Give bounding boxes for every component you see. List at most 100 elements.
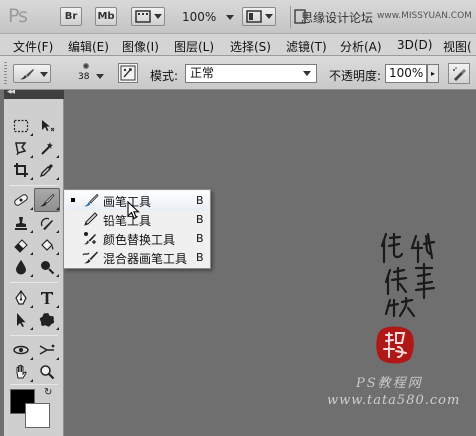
- crop-tool[interactable]: [9, 159, 33, 181]
- 3d-camera-tool[interactable]: [35, 339, 59, 361]
- flyout-item-shortcut: B: [196, 232, 204, 245]
- lasso-tool[interactable]: [9, 137, 33, 159]
- flyout-item-color-replacement[interactable]: 颜色替换工具 B: [65, 229, 209, 248]
- mixer-brush-icon: [82, 251, 98, 264]
- options-bar: 38 模式: 正常 不透明度: 100% ▸: [0, 56, 476, 90]
- view-extras-icon: [134, 10, 151, 23]
- flyout-item-shortcut: B: [196, 251, 204, 264]
- view-extras-button[interactable]: [131, 7, 165, 26]
- collapse-toolbox-icon[interactable]: ◂◂: [7, 87, 15, 97]
- flyout-item-shortcut: B: [196, 213, 204, 226]
- eraser-tool[interactable]: [9, 234, 33, 256]
- submenu-indicator: [56, 305, 59, 308]
- eyedropper-tool[interactable]: [35, 159, 59, 181]
- zoom-level-dropdown[interactable]: 100%: [182, 10, 235, 24]
- submenu-indicator: [30, 379, 33, 382]
- toolbox-divider: [10, 384, 58, 385]
- submenu-indicator: [30, 305, 33, 308]
- color-replacement-icon: [84, 232, 96, 245]
- move-tool[interactable]: [35, 115, 59, 137]
- menu-file[interactable]: 文件(F): [13, 38, 53, 55]
- submenu-indicator: [56, 327, 59, 330]
- airbrush-toggle-button[interactable]: [448, 63, 470, 84]
- launch-minibridge-button[interactable]: Mb: [95, 7, 117, 26]
- flyout-item-label: 颜色替换工具: [103, 233, 176, 247]
- submenu-indicator: [56, 252, 59, 255]
- menu-layer[interactable]: 图层(L): [174, 38, 214, 55]
- blend-mode-value: 正常: [190, 66, 215, 80]
- submenu-indicator: [56, 207, 59, 210]
- menu-image[interactable]: 图像(I): [122, 38, 159, 55]
- 3d-rotate-tool[interactable]: [9, 339, 33, 361]
- pen-tool[interactable]: [9, 287, 33, 309]
- submenu-indicator: [56, 230, 59, 233]
- submenu-indicator: [30, 252, 33, 255]
- type-tool[interactable]: [35, 287, 59, 309]
- opacity-slider-button[interactable]: ▸: [427, 64, 439, 83]
- eyedropper-icon: [39, 164, 53, 178]
- background-color-swatch[interactable]: [25, 403, 50, 428]
- custom-shape-tool[interactable]: [35, 309, 59, 331]
- toolbox-divider: [10, 335, 58, 336]
- hand-tool[interactable]: [9, 361, 33, 383]
- options-bar-grip[interactable]: [4, 62, 7, 84]
- opacity-input[interactable]: 100%: [385, 64, 427, 83]
- chevron-down-icon: [96, 74, 104, 79]
- dodge-tool[interactable]: [35, 256, 59, 278]
- 3d-camera-icon: [39, 344, 55, 355]
- brush-preset-picker[interactable]: 38: [72, 62, 104, 86]
- flyout-item-mixer-brush[interactable]: 混合器画笔工具 B: [65, 248, 209, 267]
- menu-view[interactable]: 视图(: [443, 38, 472, 55]
- bandage-icon: [14, 194, 28, 206]
- swap-colors-icon[interactable]: ↻: [44, 387, 52, 398]
- brush-icon: [40, 193, 55, 207]
- calligraphy-signature: [380, 232, 436, 318]
- hand-icon: [16, 364, 27, 379]
- history-brush-tool[interactable]: [35, 212, 59, 234]
- selected-indicator: [71, 198, 75, 202]
- opacity-label: 不透明度:: [329, 69, 382, 83]
- spot-healing-tool[interactable]: [9, 189, 33, 211]
- menu-bar: 文件(F) 编辑(E) 图像(I) 图层(L) 选择(S) 滤镜(T) 分析(A…: [0, 34, 476, 56]
- history-brush-icon: [40, 217, 53, 230]
- brush-tool[interactable]: [34, 188, 60, 212]
- toggle-brush-panel-button[interactable]: [118, 63, 138, 83]
- paint-bucket-tool[interactable]: [35, 234, 59, 256]
- brush-icon: [20, 69, 34, 80]
- arrange-documents-icon: [245, 10, 262, 23]
- quick-selection-tool[interactable]: [35, 137, 59, 159]
- launch-bridge-button[interactable]: Br: [60, 7, 82, 26]
- paint-bucket-icon: [41, 239, 54, 251]
- lasso-icon: [15, 142, 27, 156]
- marquee-tool[interactable]: [9, 115, 33, 137]
- submenu-indicator: [56, 274, 59, 277]
- path-selection-tool[interactable]: [9, 309, 33, 331]
- brush-tip-preview: [83, 63, 89, 69]
- opacity-value: 100%: [389, 66, 424, 80]
- zoom-level-value: 100%: [182, 10, 217, 24]
- tool-preset-picker[interactable]: [13, 64, 51, 83]
- stamp-icon: [15, 217, 27, 230]
- zoom-tool[interactable]: [35, 361, 59, 383]
- clone-stamp-tool[interactable]: [9, 212, 33, 234]
- forum-url: www.MISSYUAN.COM: [377, 11, 472, 21]
- submenu-indicator: [56, 357, 59, 360]
- menu-select[interactable]: 选择(S): [230, 38, 271, 55]
- chevron-down-icon: [226, 15, 235, 20]
- menu-edit[interactable]: 编辑(E): [68, 38, 109, 55]
- magic-wand-icon: [41, 142, 53, 155]
- menu-filter[interactable]: 滤镜(T): [286, 38, 327, 55]
- blend-mode-select[interactable]: 正常: [185, 64, 317, 83]
- chevron-down-icon: [153, 14, 162, 19]
- toolbox-header[interactable]: ◂◂: [4, 87, 64, 99]
- menu-3d[interactable]: 3D(D): [397, 38, 432, 52]
- arrange-documents-button[interactable]: [242, 7, 276, 26]
- flyout-item-shortcut: B: [196, 194, 204, 207]
- blur-tool[interactable]: [9, 256, 33, 278]
- menu-analysis[interactable]: 分析(A): [340, 38, 382, 55]
- forum-title: 思缘设计论坛: [301, 11, 374, 25]
- chevron-down-icon: [303, 71, 311, 76]
- toolbox-divider: [10, 185, 58, 186]
- divider: [290, 6, 291, 28]
- brush-size-value: 38: [78, 72, 90, 82]
